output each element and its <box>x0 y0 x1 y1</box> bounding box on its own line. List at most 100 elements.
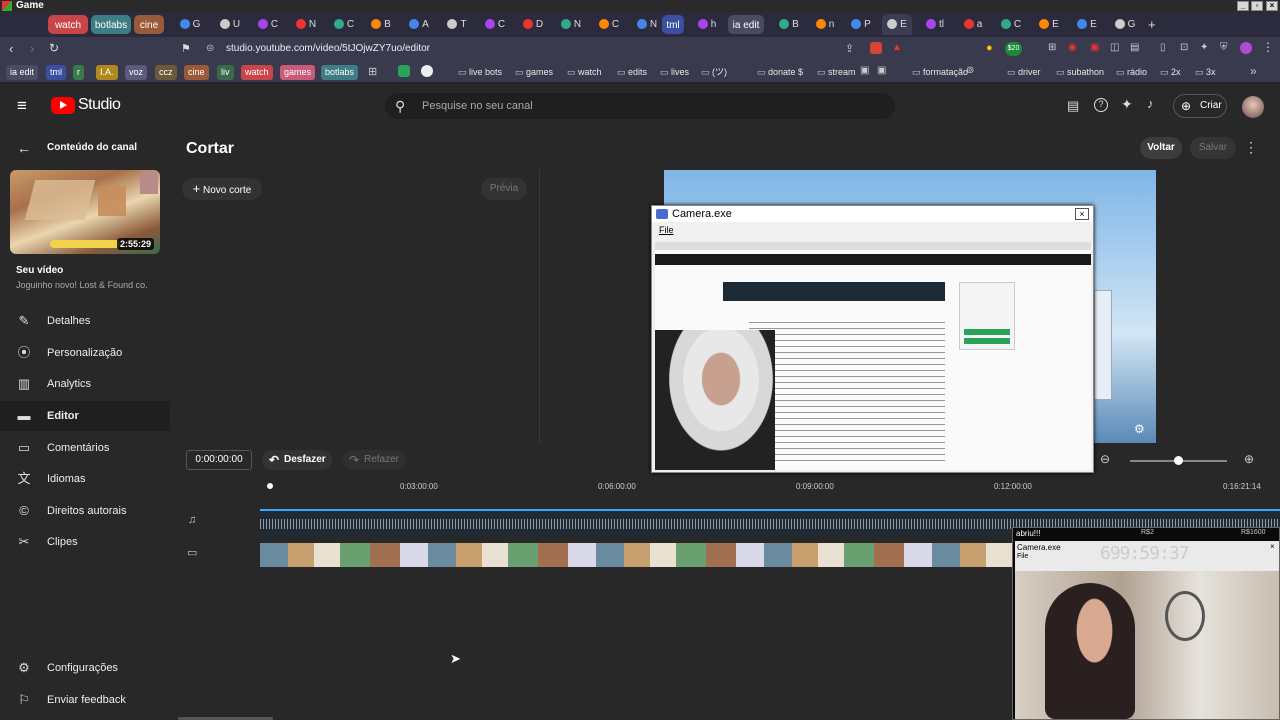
puzzle-icon[interactable]: ✦ <box>1200 42 1208 53</box>
sidebar-icon[interactable]: ▯ <box>1160 42 1166 53</box>
browser-tab[interactable]: G <box>1110 14 1140 35</box>
extension-icon[interactable]: ⊞ <box>1048 42 1056 53</box>
bookmark-item[interactable]: ▭ donate $ <box>757 65 803 80</box>
sidebar-item-editor[interactable]: ▬ Editor <box>0 401 170 431</box>
bookmark-favicon[interactable] <box>398 65 410 77</box>
brave-icon[interactable] <box>870 42 882 54</box>
browser-tab[interactable]: E <box>1034 14 1064 35</box>
url-field[interactable]: ⊜ studio.youtube.com/video/5tJOjwZY7uo/e… <box>200 40 860 58</box>
tab-group-chip[interactable]: watch <box>48 15 88 34</box>
undo-button[interactable]: ↶ Desfazer <box>262 450 332 470</box>
shield-icon[interactable]: ⛨ <box>1220 42 1228 53</box>
forward-icon[interactable]: › <box>30 41 34 56</box>
small-camera-file-menu[interactable]: File <box>1017 553 1028 560</box>
browser-tab[interactable]: A <box>401 14 437 35</box>
avatar[interactable] <box>1242 96 1264 118</box>
settings-link[interactable]: ⚙ Configurações <box>0 653 170 683</box>
extension-icon[interactable]: ▣ <box>1090 42 1099 53</box>
bookmark-item[interactable]: ▭ watch <box>567 65 602 80</box>
sidebar-item-analytics[interactable]: ▥ Analytics <box>0 369 170 399</box>
video-thumbnail[interactable]: 2:55:29 <box>10 170 160 254</box>
apps-grid-icon[interactable]: ⊞ <box>368 65 377 78</box>
search-input[interactable]: ⚲ Pesquise no seu canal <box>385 93 895 119</box>
bookmark-item[interactable]: ▭ edits <box>617 65 647 80</box>
extension-badge[interactable]: $20 <box>1005 42 1022 56</box>
browser-tab[interactable]: C <box>477 14 513 35</box>
camera-window[interactable]: Camera.exe × File <box>651 205 1094 473</box>
bookmark-item[interactable]: ▭ lives <box>660 65 689 80</box>
bookmark-folder-chip[interactable]: liv <box>217 65 234 80</box>
bookmark-item[interactable]: ▭ games <box>515 65 553 80</box>
sidebar-item-clipes[interactable]: ✂ Clipes <box>0 527 170 557</box>
browser-tab[interactable]: E <box>1072 14 1102 35</box>
browser-tab[interactable]: N <box>629 14 665 35</box>
browser-tab[interactable]: N <box>553 14 589 35</box>
bookmark-folder-chip[interactable]: ccz <box>155 65 177 80</box>
bookmark-folder-chip[interactable]: cine <box>184 65 209 80</box>
extension-icon[interactable]: ⊡ <box>1180 42 1188 53</box>
back-icon[interactable]: ‹ <box>9 41 13 56</box>
browser-tab[interactable]: U <box>212 14 248 35</box>
bookmark-item[interactable]: ▭ live bots <box>458 65 502 80</box>
bookmark-item[interactable]: ▭ stream <box>817 65 856 80</box>
help-icon[interactable]: ? <box>1094 98 1108 112</box>
browser-tab[interactable]: T <box>439 14 475 35</box>
browser-tab[interactable]: B <box>363 14 399 35</box>
browser-tab[interactable]: B <box>774 14 804 35</box>
sidebar-item-personaliza-o[interactable]: ⦿ Personalização <box>0 338 170 368</box>
new-cut-button[interactable]: + Novo corte <box>182 178 262 200</box>
browser-tab[interactable]: tl <box>920 14 950 35</box>
bookmark-icon[interactable]: ⚑ <box>181 42 191 55</box>
reload-icon[interactable]: ↻ <box>49 41 59 55</box>
profile-icon[interactable] <box>1240 42 1252 54</box>
site-info-icon[interactable]: ⊜ <box>206 40 214 58</box>
sidebar-item-direitos-autorais[interactable]: © Direitos autorais <box>0 496 170 526</box>
extension-icon[interactable]: ◫ <box>1110 42 1119 53</box>
tab-group-chip[interactable]: ia edit <box>728 15 764 34</box>
browser-tab[interactable]: E <box>882 14 912 35</box>
more-bookmarks-icon[interactable]: » <box>1250 64 1257 78</box>
bell-icon[interactable]: ♪ <box>1147 96 1154 111</box>
tab-group-chip[interactable]: cine <box>134 15 164 34</box>
new-tab-icon[interactable]: + <box>1148 17 1156 32</box>
camera-close-icon[interactable]: × <box>1075 208 1089 220</box>
browser-tab[interactable]: N <box>288 14 324 35</box>
channel-content-link[interactable]: Conteúdo do canal <box>47 142 137 153</box>
back-arrow-icon[interactable]: ← <box>17 140 31 156</box>
maximize-button[interactable]: ▫ <box>1251 1 1263 11</box>
browser-tab[interactable]: n <box>810 14 840 35</box>
browser-tab[interactable]: a <box>958 14 988 35</box>
preview-button[interactable]: Prévia <box>481 178 527 200</box>
sidebar-item-detalhes[interactable]: ✎ Detalhes <box>0 306 170 336</box>
record-icon[interactable]: ◉ <box>1068 42 1077 53</box>
share-icon[interactable]: ⇪ <box>845 42 854 55</box>
browser-tab[interactable]: C <box>996 14 1026 35</box>
bookmark-item[interactable]: ▭ 3x <box>1195 65 1216 80</box>
bookmark-folder-chip[interactable]: games <box>280 65 316 80</box>
bookmark-item[interactable]: ▭ driver <box>1007 65 1041 80</box>
bookmark-favicon[interactable]: ▣ <box>860 65 869 76</box>
bookmark-item[interactable]: ▭ formatação <box>912 65 968 80</box>
browser-tab[interactable]: C <box>250 14 286 35</box>
triangle-icon[interactable]: ▲ <box>892 42 902 53</box>
youtube-logo-icon[interactable] <box>51 97 75 114</box>
settings-gear-icon[interactable]: ⚙ <box>1134 422 1145 436</box>
browser-tab[interactable]: D <box>515 14 551 35</box>
zoom-slider-handle[interactable] <box>1174 456 1183 465</box>
bookmark-item[interactable]: ▭ (ツ) <box>701 65 727 80</box>
bookmark-item[interactable]: ▭ rádio <box>1116 65 1147 80</box>
zoom-in-icon[interactable]: ⊕ <box>1244 452 1254 466</box>
create-button[interactable]: ⊕ Criar <box>1173 94 1227 118</box>
playhead-marker[interactable] <box>267 483 273 489</box>
tab-group-chip[interactable]: tml <box>662 15 684 34</box>
sparkle-icon[interactable]: ✦ <box>1121 96 1133 113</box>
small-close-icon[interactable]: × <box>1270 542 1275 551</box>
feedback-link[interactable]: ⚐ Enviar feedback <box>0 685 170 715</box>
camera-file-menu[interactable]: File <box>659 225 674 235</box>
bookmark-folder-chip[interactable]: I.A. <box>96 65 118 80</box>
bulb-icon[interactable]: ● <box>986 42 993 54</box>
subtitles-icon[interactable]: ▤ <box>1067 98 1079 114</box>
bookmark-favicon[interactable]: ▣ <box>877 65 886 76</box>
bookmark-folder-chip[interactable]: ia edit <box>6 65 39 80</box>
save-button[interactable]: Salvar <box>1190 137 1236 159</box>
